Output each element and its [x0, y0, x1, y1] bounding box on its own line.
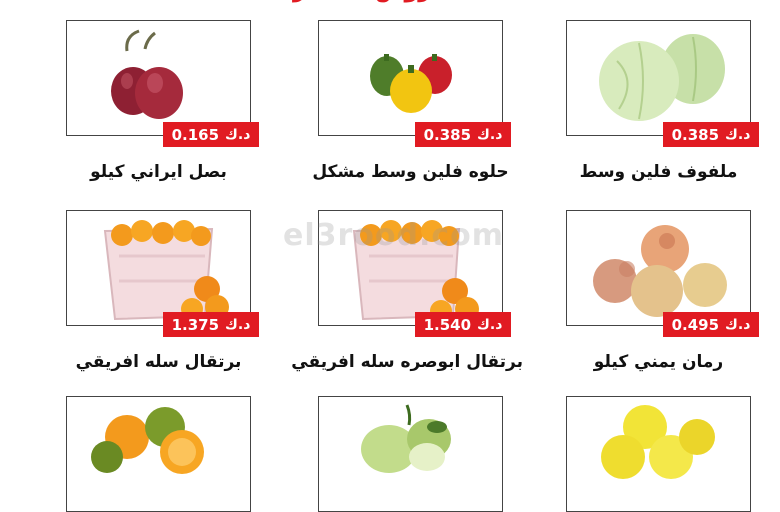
promo-banner-title: عروض الخضار	[250, 0, 490, 8]
yellow-apple-icon	[601, 405, 715, 479]
product-name: بصل ايراني كيلو	[90, 162, 227, 182]
price-value: 0.165	[171, 125, 220, 144]
orange-crate-icon	[103, 220, 229, 321]
product-name: رمان يمني كيلو	[593, 352, 724, 372]
cabbage-icon	[599, 34, 725, 121]
price-value: 1.375	[171, 315, 220, 334]
product-image-box	[566, 20, 751, 136]
price-tag: 0.165 د.ك	[163, 122, 259, 147]
product-name: حلوه فلين وسط مشكل	[312, 162, 509, 182]
price-tag: 0.385 د.ك	[663, 122, 759, 147]
product-name: برتقال ابوصره سله افريقي	[291, 352, 523, 372]
price-tag: 1.375 د.ك	[163, 312, 259, 337]
currency-label: د.ك	[725, 316, 751, 333]
pomegranate-icon	[593, 225, 727, 317]
citrus-mix-icon	[91, 407, 204, 474]
product-image-box	[66, 20, 251, 136]
currency-label: د.ك	[725, 126, 751, 143]
currency-label: د.ك	[225, 126, 251, 143]
red-onion-icon	[111, 29, 183, 119]
bell-peppers-icon	[370, 54, 452, 113]
price-value: 0.495	[671, 315, 720, 334]
guava-icon	[361, 404, 451, 473]
product-name: ملفوف فلين وسط	[579, 162, 738, 182]
product-image-box	[566, 210, 751, 326]
product-image-box	[318, 396, 503, 512]
currency-label: د.ك	[477, 316, 503, 333]
product-image-box	[66, 396, 251, 512]
product-name: برتقال سله افريقي	[75, 352, 242, 372]
currency-label: د.ك	[225, 316, 251, 333]
price-tag: 0.385 د.ك	[415, 122, 511, 147]
product-image-box	[318, 210, 503, 326]
orange-crate-icon	[352, 220, 479, 322]
product-image-box	[566, 396, 751, 512]
price-value: 0.385	[671, 125, 720, 144]
price-tag: 1.540 د.ك	[415, 312, 511, 337]
price-tag: 0.495 د.ك	[663, 312, 759, 337]
price-value: 1.540	[423, 315, 472, 334]
price-value: 0.385	[423, 125, 472, 144]
currency-label: د.ك	[477, 126, 503, 143]
product-image-box	[66, 210, 251, 326]
product-image-box	[318, 20, 503, 136]
